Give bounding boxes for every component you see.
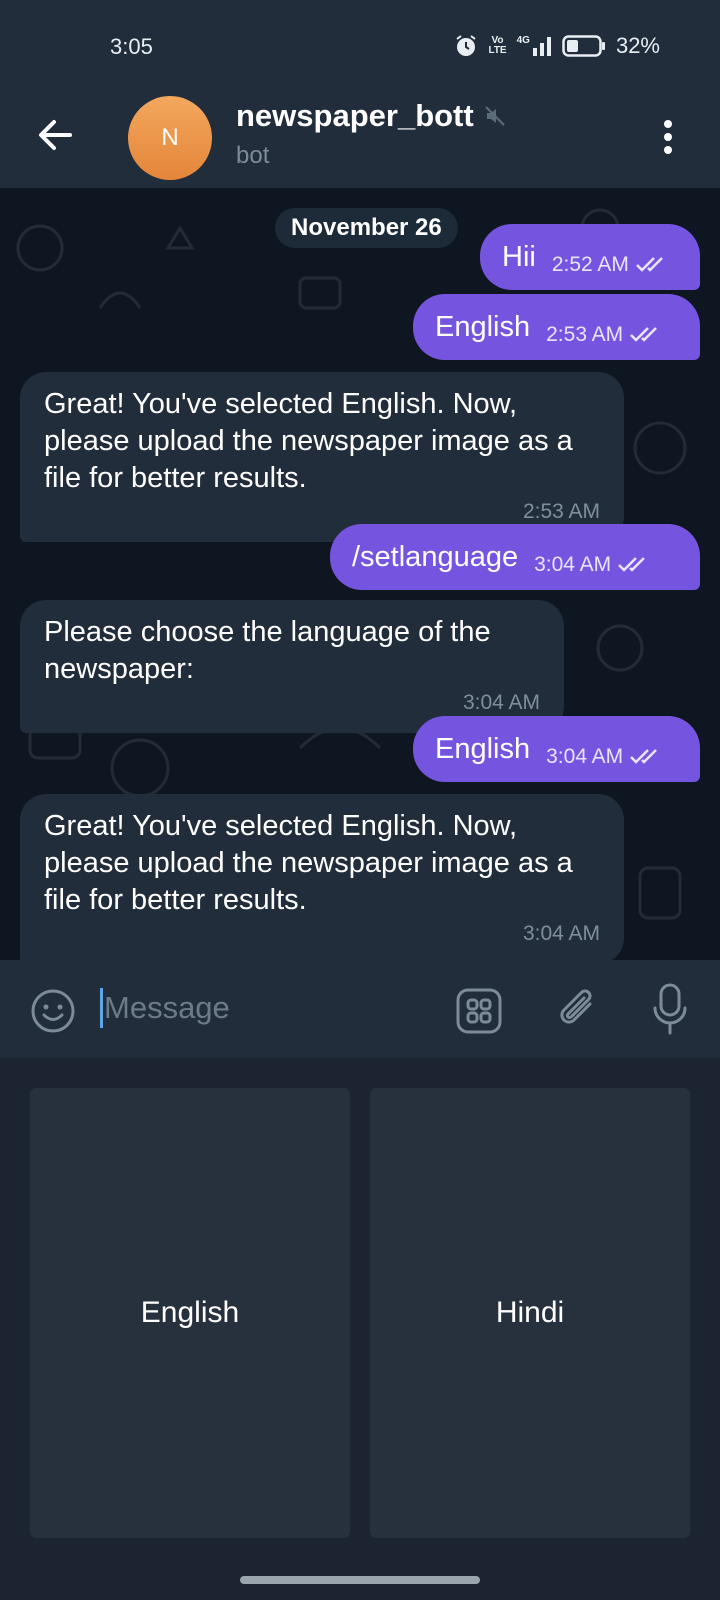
avatar-letter: N xyxy=(161,124,179,151)
message-meta: 3:04 AM xyxy=(534,532,651,583)
bot-reply-keyboard: English Hindi xyxy=(0,1058,720,1570)
chat-title-text: newspaper_bott xyxy=(236,98,474,133)
message-bubble-outgoing[interactable]: English 3:04 AM xyxy=(413,716,700,782)
alarm-icon xyxy=(456,35,477,56)
muted-icon xyxy=(485,106,505,126)
keyboard-button-label: English xyxy=(140,1296,240,1329)
message-time: 3:04 AM xyxy=(546,744,624,768)
message-text: English xyxy=(435,732,531,765)
battery-percent: 32% xyxy=(615,33,660,58)
back-arrow-icon[interactable] xyxy=(30,110,80,160)
message-bubble-outgoing[interactable]: /setlanguage 3:04 AM xyxy=(330,524,700,590)
message-bubble-outgoing[interactable]: English 2:53 AM xyxy=(413,294,700,360)
message-time: 2:53 AM xyxy=(546,322,624,346)
message-input-bar xyxy=(0,960,720,1058)
home-indicator[interactable] xyxy=(240,1576,480,1584)
attach-icon[interactable] xyxy=(556,986,600,1034)
keyboard-button-label: Hindi xyxy=(495,1296,565,1329)
double-check-icon xyxy=(630,749,658,764)
message-bubble-incoming[interactable]: Great! You've selected English. Now, ple… xyxy=(20,794,624,960)
message-bubble-incoming[interactable]: Please choose the language of the newspa… xyxy=(20,600,564,733)
double-check-icon xyxy=(618,557,646,572)
message-text: Great! You've selected English. Now, ple… xyxy=(44,810,573,916)
bot-commands-icon[interactable] xyxy=(456,988,502,1034)
chat-area[interactable]: November 26 Hii 2:52 AM English 2:53 AM … xyxy=(0,188,720,960)
volte-indicator: Vo LTE xyxy=(488,35,507,56)
more-options-icon[interactable] xyxy=(656,112,680,162)
message-text: Please choose the language of the newspa… xyxy=(44,616,491,685)
chat-header: N newspaper_bott bot xyxy=(0,88,720,188)
emoji-icon[interactable] xyxy=(30,988,76,1034)
message-input[interactable] xyxy=(104,984,424,1032)
chat-title[interactable]: newspaper_bott xyxy=(236,98,506,134)
message-text: /setlanguage xyxy=(352,540,519,573)
keyboard-button-hindi[interactable]: Hindi xyxy=(370,1088,690,1538)
message-text: Great! You've selected English. Now, ple… xyxy=(44,388,573,494)
chat-subtitle: bot xyxy=(236,142,270,169)
message-time: 3:04 AM xyxy=(534,552,612,576)
double-check-icon xyxy=(636,257,663,272)
message-text: English xyxy=(435,310,531,343)
keyboard-button-english[interactable]: English xyxy=(30,1088,350,1538)
status-icons: Vo LTE 4G 32% xyxy=(454,32,660,60)
message-time: 3:04 AM xyxy=(522,922,600,945)
message-meta: 3:04 AM xyxy=(546,724,663,775)
message-meta: 2:52 AM xyxy=(552,232,669,283)
battery-icon xyxy=(562,35,605,57)
date-separator: November 26 xyxy=(275,208,458,248)
double-check-icon xyxy=(630,327,658,342)
message-bubble-incoming[interactable]: Great! You've selected English. Now, ple… xyxy=(20,372,624,542)
text-cursor xyxy=(100,988,103,1028)
message-text: Hii xyxy=(502,240,536,273)
message-bubble-outgoing[interactable]: Hii 2:52 AM xyxy=(480,224,700,290)
microphone-icon[interactable] xyxy=(652,982,688,1036)
status-bar: 3:05 Vo LTE 4G 32% xyxy=(0,0,720,88)
message-meta: 2:53 AM xyxy=(546,302,663,353)
status-time: 3:05 xyxy=(110,34,153,59)
system-nav-bar xyxy=(0,1570,720,1600)
message-time: 2:52 AM xyxy=(551,252,629,276)
avatar[interactable]: N xyxy=(128,96,212,180)
signal-icon: 4G xyxy=(517,36,552,56)
